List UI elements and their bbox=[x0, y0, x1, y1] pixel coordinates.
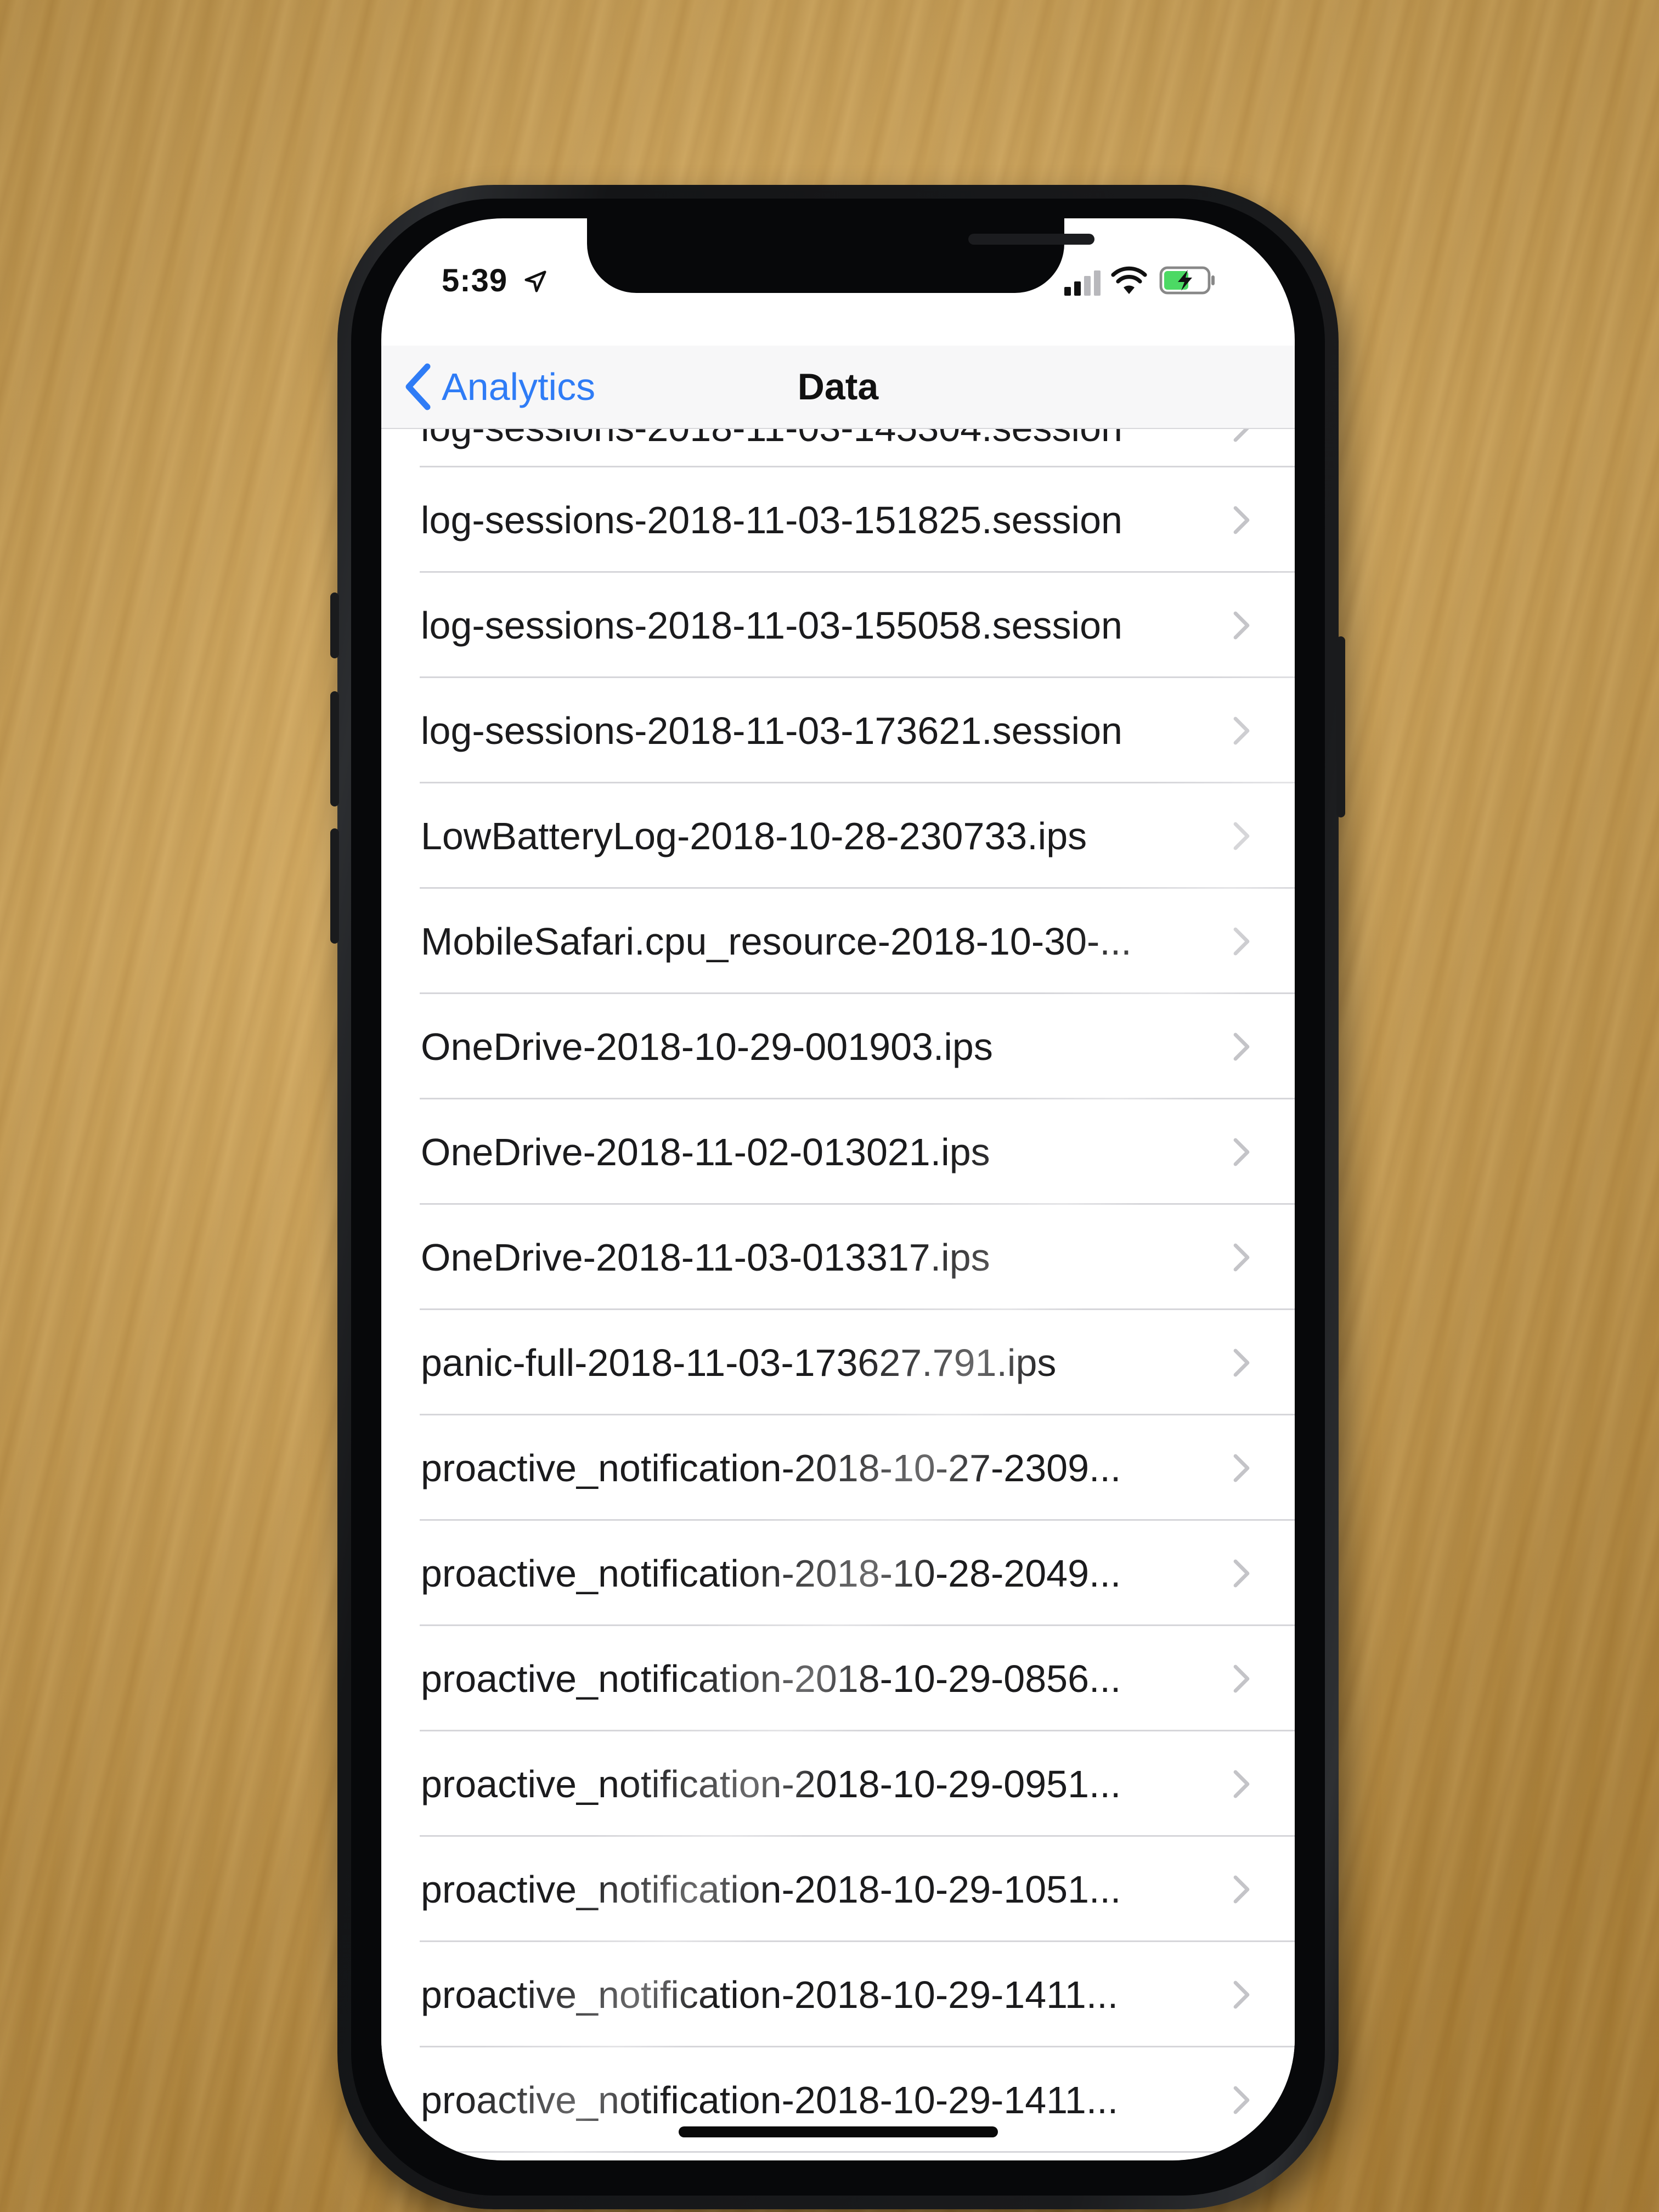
volume-up-button bbox=[330, 691, 339, 806]
side-button bbox=[1336, 636, 1345, 817]
list-item-label: proactive_notification-2018-10-28-2049..… bbox=[421, 1552, 1121, 1595]
list-item-label: OneDrive-2018-10-29-001903.ips bbox=[421, 1025, 993, 1068]
status-time: 5:39 bbox=[442, 263, 508, 298]
mute-switch bbox=[330, 592, 339, 658]
location-arrow-icon bbox=[524, 270, 546, 292]
list-item-label: proactive_notification-2018-10-29-1051..… bbox=[421, 1868, 1121, 1911]
list-item-label: log-sessions-2018-11-03-145304.session bbox=[421, 428, 1122, 449]
list-item-label: LowBatteryLog-2018-10-28-230733.ips bbox=[421, 815, 1087, 857]
list-item[interactable]: log-sessions-2018-11-03-151825.session bbox=[381, 467, 1295, 573]
list-item[interactable]: OneDrive-2018-11-03-013317.ips bbox=[381, 1205, 1295, 1310]
earpiece-speaker bbox=[968, 234, 1094, 245]
notch bbox=[587, 218, 1094, 293]
list-item[interactable]: LowBatteryLog-2018-10-28-230733.ips bbox=[381, 783, 1295, 889]
list-item-label: MobileSafari.cpu_resource-2018-10-30-... bbox=[421, 920, 1132, 963]
list-item-label: OneDrive-2018-11-02-013021.ips bbox=[421, 1131, 990, 1173]
chevron-right-icon bbox=[1232, 1347, 1251, 1378]
chevron-right-icon bbox=[1232, 821, 1251, 851]
chevron-right-icon bbox=[1232, 1137, 1251, 1167]
battery-charging-icon bbox=[1159, 266, 1215, 295]
chevron-right-icon bbox=[1232, 1242, 1251, 1273]
list-item[interactable]: proactive_notification-2018-10-29-1411..… bbox=[381, 1942, 1295, 2047]
list-item-label: proactive_notification-2018-10-27-2309..… bbox=[421, 1447, 1121, 1489]
list-item-label: panic-full-2018-11-03-173627.791.ips bbox=[421, 1341, 1057, 1384]
list-item[interactable]: log-sessions-2018-11-03-173621.session bbox=[381, 678, 1295, 783]
list-item[interactable]: MobileSafari.cpu_resource-2018-10-30-... bbox=[381, 889, 1295, 994]
chevron-right-icon bbox=[1232, 926, 1251, 957]
chevron-right-icon bbox=[1232, 1031, 1251, 1062]
cellular-signal-icon bbox=[1064, 270, 1101, 296]
list-item[interactable]: proactive_notification-2018-10-28-2049..… bbox=[381, 1521, 1295, 1626]
home-indicator[interactable] bbox=[679, 2126, 998, 2137]
list-item[interactable]: log-sessions-2018-11-03-155058.session bbox=[381, 573, 1295, 678]
navigation-bar: Analytics Data bbox=[381, 346, 1295, 429]
wifi-icon bbox=[1111, 266, 1147, 294]
chevron-right-icon bbox=[1232, 1979, 1251, 2010]
list-item-label: proactive_notification-2018-10-29-0951..… bbox=[421, 1763, 1121, 1805]
chevron-right-icon bbox=[1232, 505, 1251, 535]
chevron-right-icon bbox=[1232, 610, 1251, 641]
chevron-right-icon bbox=[1232, 428, 1251, 443]
chevron-right-icon bbox=[1232, 1453, 1251, 1483]
list-item-label: log-sessions-2018-11-03-151825.session bbox=[421, 499, 1122, 541]
list-item[interactable]: OneDrive-2018-10-29-001903.ips bbox=[381, 994, 1295, 1099]
list-item-label: proactive_notification-2018-10-29-1411..… bbox=[421, 1973, 1119, 2016]
list-item-label: proactive_notification-2018-10-29-0856..… bbox=[421, 1657, 1121, 1700]
list-item-label: log-sessions-2018-11-03-155058.session bbox=[421, 604, 1122, 647]
screen: 5:39 Analytics Data log-sessions-2018-11… bbox=[381, 218, 1295, 2160]
list-item-label: log-sessions-2018-11-03-173621.session bbox=[421, 709, 1122, 752]
chevron-right-icon bbox=[1232, 1769, 1251, 1799]
list-item[interactable]: proactive_notification-2018-10-29-0856..… bbox=[381, 1626, 1295, 1731]
list-item[interactable]: proactive_notification-2018-10-27-2309..… bbox=[381, 1415, 1295, 1521]
chevron-right-icon bbox=[1232, 2085, 1251, 2115]
chevron-right-icon bbox=[1232, 1874, 1251, 1905]
list-item[interactable]: panic-full-2018-11-03-173627.791.ips bbox=[381, 1310, 1295, 1415]
list-item[interactable]: proactive_notification-2018-10-29-0951..… bbox=[381, 1731, 1295, 1837]
file-list: log-sessions-2018-11-03-145304.session lo… bbox=[381, 428, 1295, 2153]
list-item-label: OneDrive-2018-11-03-013317.ips bbox=[421, 1236, 990, 1279]
chevron-right-icon bbox=[1232, 715, 1251, 746]
chevron-right-icon bbox=[1232, 1558, 1251, 1589]
page-title: Data bbox=[797, 366, 879, 408]
list-item[interactable]: proactive_notification-2018-10-29-1051..… bbox=[381, 1837, 1295, 1942]
list-item[interactable]: log-sessions-2018-11-03-145304.session bbox=[381, 428, 1295, 467]
chevron-right-icon bbox=[1232, 1663, 1251, 1694]
list-item[interactable]: OneDrive-2018-11-02-013021.ips bbox=[381, 1099, 1295, 1205]
volume-down-button bbox=[330, 828, 339, 944]
